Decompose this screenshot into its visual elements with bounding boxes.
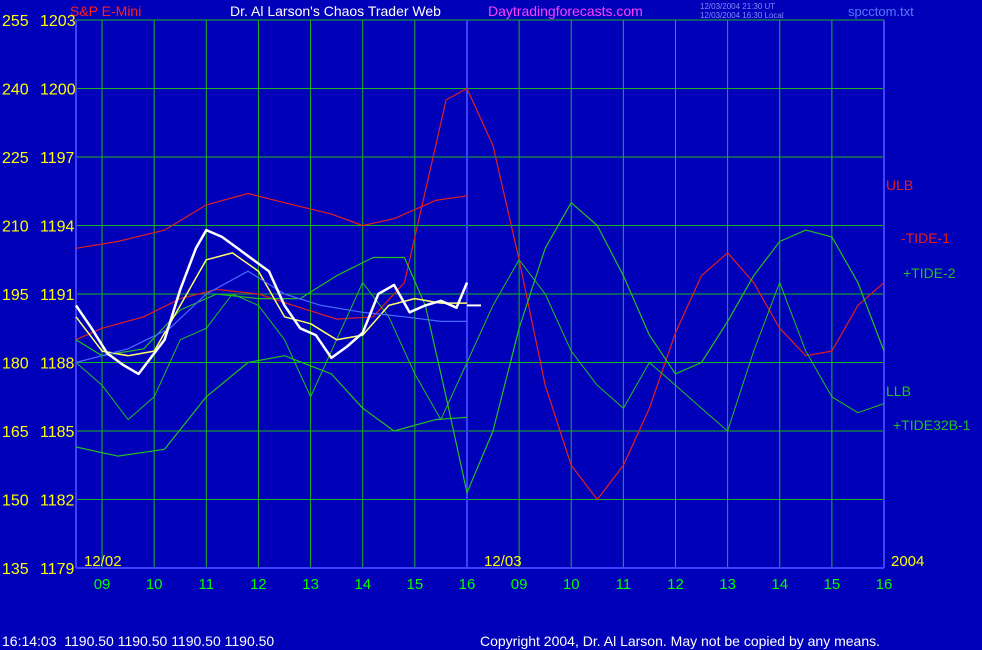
date-label-3: 2004 (891, 553, 924, 570)
y-left-tick-label: 195 (2, 287, 29, 304)
x-tick-label: 10 (146, 576, 163, 593)
y-axis-left: 255 240 225 210 195 180 165 150 135 (2, 13, 29, 578)
y-right-tick-label: 1185 (40, 424, 75, 441)
y-right-tick-label: 1197 (40, 150, 75, 167)
symbol-label: S&P E-Mini (70, 3, 141, 19)
x-tick-label: 13 (719, 576, 736, 593)
series-label-tide32: +TIDE32B-1 (893, 417, 971, 433)
y-left-tick-label: 165 (2, 424, 29, 441)
y-right-tick-label: 1200 (40, 82, 76, 99)
time-local: 12/03/2004 16:30 Local (700, 11, 784, 20)
chaos-trader-chart: S&P E-Mini Dr. Al Larson's Chaos Trader … (2, 2, 971, 649)
x-tick-label: 16 (459, 576, 476, 593)
series-label-llb: LLB (886, 383, 911, 399)
y-right-tick-label: 1179 (40, 561, 75, 578)
x-axis-hours: 09 10 11 12 13 14 15 16 09 10 11 12 13 14 15 16 (94, 576, 893, 593)
series-line-ulb (75, 192, 468, 249)
y-left-tick-label: 135 (2, 561, 29, 578)
y-axis-right: 1203 1200 1197 1194 1191 1188 1185 1182 1179 (40, 13, 76, 578)
series-line-trend (75, 270, 467, 364)
y-right-tick-label: 1188 (40, 356, 75, 373)
y-right-tick-label: 1182 (40, 493, 75, 510)
x-tick-label: 16 (876, 576, 893, 593)
chart-title: Dr. Al Larson's Chaos Trader Web (230, 3, 441, 19)
y-right-tick-label: 1203 (40, 13, 76, 30)
x-tick-label: 12 (667, 576, 684, 593)
x-tick-label: 13 (302, 576, 319, 593)
y-right-tick-label: 1191 (40, 287, 75, 304)
site-link[interactable]: Daytradingforecasts.com (488, 3, 643, 19)
series-line-price (74, 228, 469, 376)
y-left-tick-label: 255 (2, 13, 29, 30)
y-left-tick-label: 150 (2, 493, 29, 510)
series-label-tide1: -TIDE-1 (901, 230, 950, 246)
y-left-tick-label: 210 (2, 219, 29, 236)
x-tick-label: 12 (250, 576, 267, 593)
file-name: spcctom.txt (848, 4, 914, 19)
series-line-average (75, 252, 467, 357)
x-tick-label: 14 (771, 576, 788, 593)
x-tick-label: 11 (616, 576, 632, 593)
x-tick-label: 10 (563, 576, 580, 593)
y-right-tick-label: 1194 (40, 219, 75, 236)
x-tick-label: 09 (511, 576, 528, 593)
x-tick-label: 11 (199, 576, 215, 593)
x-tick-label: 14 (354, 576, 371, 593)
y-left-tick-label: 225 (2, 150, 29, 167)
date-label-2: 12/03 (484, 553, 522, 570)
copyright-notice: Copyright 2004, Dr. Al Larson. May not b… (480, 633, 880, 649)
y-left-tick-label: 240 (2, 82, 29, 99)
y-left-tick-label: 180 (2, 356, 29, 373)
x-tick-label: 15 (824, 576, 841, 593)
x-tick-label: 09 (94, 576, 111, 593)
series-label-tide2: +TIDE-2 (903, 265, 956, 281)
quote-readout: 16:14:03 1190.50 1190.50 1190.50 1190.50 (2, 633, 274, 649)
price-bars (74, 228, 481, 376)
time-ut: 12/03/2004 21:30 UT (700, 2, 775, 11)
date-label-1: 12/02 (84, 553, 122, 570)
x-tick-label: 15 (406, 576, 423, 593)
series-label-ulb: ULB (886, 177, 913, 193)
series-line-tide32b-1 (75, 259, 885, 432)
